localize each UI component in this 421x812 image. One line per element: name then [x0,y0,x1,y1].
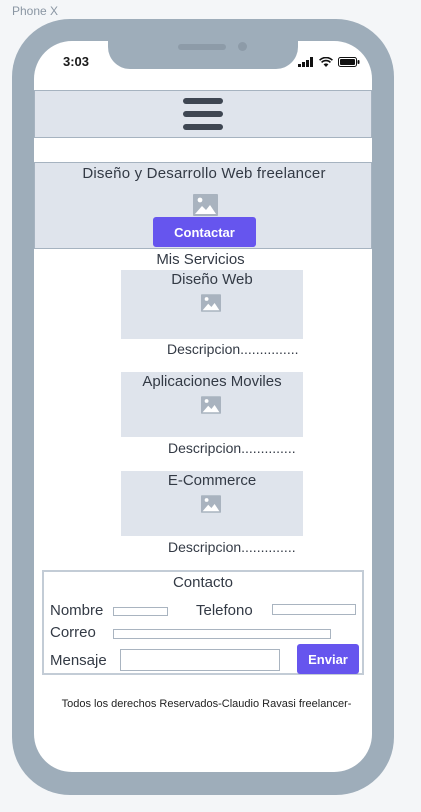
service-name: Diseño Web [171,271,253,288]
name-label: Nombre [50,602,104,619]
image-placeholder-icon [201,396,221,414]
service-card-web-design: Diseño Web [121,270,303,339]
phone-label: Telefono [196,602,253,619]
frame-label: Phone X [12,4,59,18]
image-placeholder-icon [193,194,218,216]
service-description: Descripcion............... [167,341,299,357]
service-description: Descripcion.............. [168,539,296,555]
message-label: Mensaje [50,652,107,669]
status-time: 3:03 [63,54,90,69]
speaker-icon [178,44,226,50]
image-placeholder-icon [201,294,221,312]
wifi-icon [319,57,333,67]
phone-input[interactable] [272,604,356,615]
phone-notch [108,41,298,69]
service-name: E-Commerce [167,472,257,489]
email-label: Correo [50,624,96,641]
status-icons [298,57,360,67]
signal-icon [298,57,313,67]
service-card-ecommerce: E-Commerce [121,471,303,536]
footer-text: Todos los derechos Reservados-Claudio Ra… [61,698,352,710]
message-input[interactable] [120,649,280,671]
service-description: Descripcion.............. [168,440,296,456]
hero-section: Diseño y Desarrollo Web freelancer Conta… [34,162,372,249]
hamburger-menu-icon[interactable] [183,97,223,131]
navbar [34,90,372,138]
contact-title: Contacto [172,574,234,591]
image-placeholder-icon [201,495,221,513]
service-name: Aplicaciones Moviles [142,373,282,390]
send-button[interactable]: Enviar [297,644,359,674]
phone-screen: 3:03 Diseño y Desarrollo Web freelancer … [34,41,372,772]
hero-title: Diseño y Desarrollo Web freelancer [82,165,326,182]
service-card-mobile-apps: Aplicaciones Moviles [121,372,303,437]
camera-icon [238,42,247,51]
battery-icon [338,57,360,67]
phone-frame: 3:03 Diseño y Desarrollo Web freelancer … [12,19,394,795]
name-input[interactable] [113,607,168,616]
contact-form: Contacto Nombre Telefono Correo Mensaje … [42,570,364,675]
email-input[interactable] [113,629,331,639]
contact-button[interactable]: Contactar [153,217,256,247]
services-title: Mis Servicios [156,251,245,268]
